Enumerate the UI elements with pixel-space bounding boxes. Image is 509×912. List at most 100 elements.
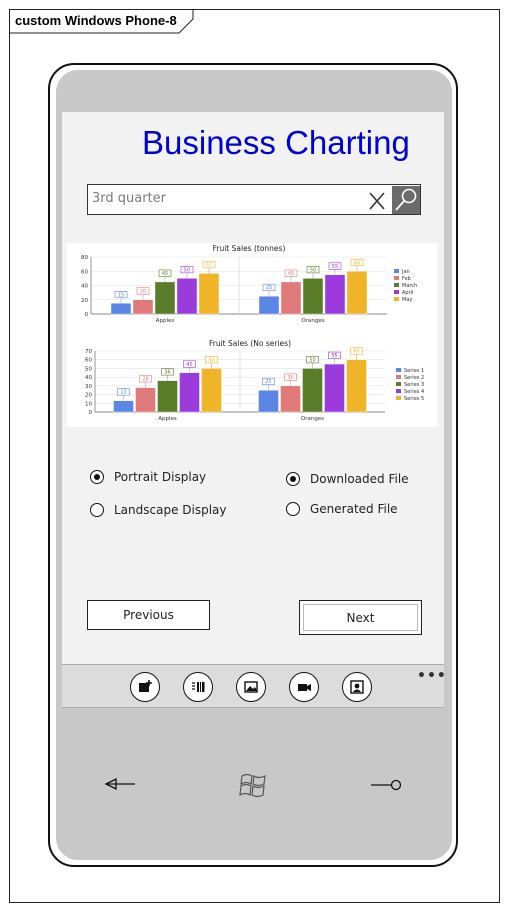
radio-landscape-display[interactable]: Landscape Display [90, 503, 227, 517]
more-icon[interactable]: ••• [417, 668, 447, 684]
barcode-icon[interactable] [183, 672, 213, 702]
back-icon[interactable] [104, 774, 136, 798]
radio-dot[interactable] [286, 472, 300, 486]
charts-svg: Fruit Sales (tonnes) 0 20 40 60 80 Apples 15 20 4… [81, 244, 424, 422]
search-icon[interactable] [370, 775, 402, 799]
bar [201, 368, 222, 413]
legend-label: April [402, 290, 413, 296]
data-label: 30 [287, 375, 293, 381]
radio-label: Downloaded File [310, 472, 409, 486]
x-tick-label: Oranges [301, 318, 324, 324]
data-label: 15 [118, 292, 124, 298]
data-label: 50 [309, 357, 315, 363]
legend-label: Series 2 [404, 375, 424, 381]
data-label: 13 [120, 390, 126, 396]
windows-logo-icon[interactable] [237, 770, 269, 804]
y-tick-label: 40 [81, 284, 88, 290]
bar [324, 363, 345, 413]
app-title: Business Charting [142, 124, 410, 161]
chart-title: Fruit Sales (tonnes) [213, 244, 286, 253]
data-label: 60 [354, 260, 360, 266]
radio-downloaded-file[interactable]: Downloaded File [286, 472, 409, 486]
y-tick-label: 40 [85, 375, 92, 381]
y-tick-label: 80 [81, 255, 88, 261]
radio-dot[interactable] [90, 470, 104, 484]
radio-generated-file[interactable]: Generated File [286, 502, 398, 516]
radio-dot[interactable] [286, 502, 300, 516]
search-icon[interactable] [392, 186, 420, 214]
data-label: 36 [164, 370, 170, 376]
bar [258, 295, 280, 315]
picture-icon[interactable] [236, 672, 266, 702]
legend-label: Jan [401, 269, 410, 275]
legend-swatch [394, 283, 399, 287]
bar [113, 400, 134, 413]
legend-swatch [396, 382, 401, 386]
bar [302, 368, 323, 413]
data-label: 50 [184, 267, 190, 273]
add-icon[interactable] [130, 672, 160, 702]
bar [198, 273, 220, 315]
bar [258, 390, 279, 413]
legend-swatch [396, 368, 401, 372]
bar [346, 271, 368, 315]
data-label: 45 [288, 271, 294, 277]
video-icon[interactable] [289, 672, 319, 702]
close-icon[interactable] [364, 190, 390, 212]
x-tick-label: Apples [158, 416, 177, 422]
bar [154, 281, 176, 315]
data-label: 25 [265, 379, 271, 385]
data-label: 57 [206, 262, 212, 268]
y-tick-label: 0 [85, 312, 89, 318]
legend-label: Series 3 [404, 382, 424, 388]
search-input[interactable] [92, 191, 352, 206]
legend-label: Series 1 [404, 368, 424, 374]
radio-label: Portrait Display [114, 470, 207, 484]
x-tick-label: Oranges [301, 416, 324, 422]
legend-swatch [394, 276, 399, 280]
data-label: 55 [331, 353, 337, 359]
legend-label: Series 4 [404, 389, 424, 395]
legend-label: Feb [402, 276, 411, 282]
radio-label: Landscape Display [114, 503, 227, 517]
data-label: 60 [353, 349, 359, 355]
previous-button[interactable]: Previous [87, 600, 210, 630]
bar [179, 372, 200, 413]
y-tick-label: 30 [85, 384, 92, 390]
bar [280, 385, 301, 413]
next-button-label: Next [303, 604, 418, 631]
data-label: 50 [208, 357, 214, 363]
y-tick-label: 60 [85, 358, 92, 364]
legend-label: May [402, 297, 412, 303]
radio-portrait-display[interactable]: Portrait Display [90, 470, 206, 484]
bar [280, 281, 302, 315]
y-tick-label: 20 [81, 298, 88, 304]
radio-label: Generated File [310, 502, 398, 516]
next-button[interactable]: Next [299, 600, 422, 635]
legend-label: Series 5 [404, 396, 424, 402]
y-tick-label: 70 [85, 349, 92, 355]
legend-swatch [396, 396, 401, 400]
y-tick-label: 50 [85, 366, 92, 372]
bar [302, 278, 324, 315]
data-label: 55 [332, 264, 338, 270]
bar [135, 387, 156, 413]
radio-dot[interactable] [90, 503, 104, 517]
x-tick-label: Apples [156, 318, 175, 324]
chart-title: Fruit Sales (No series) [209, 339, 291, 348]
y-tick-label: 10 [85, 401, 92, 407]
legend-label: March [402, 283, 417, 289]
frame-title: custom Windows Phone-8 [15, 13, 177, 28]
data-label: 45 [186, 362, 192, 368]
charts-image: Fruit Sales (tonnes) 0 20 40 60 80 Apples 15 20 4… [67, 243, 437, 427]
legend-swatch [394, 297, 399, 301]
legend-swatch [396, 389, 401, 393]
y-tick-label: 0 [89, 410, 93, 416]
legend-swatch [396, 375, 401, 379]
data-label: 25 [266, 285, 272, 291]
legend-swatch [394, 269, 399, 273]
bar [346, 359, 367, 413]
bar [157, 380, 178, 413]
contact-icon[interactable] [342, 672, 372, 702]
data-label: 28 [142, 377, 148, 383]
